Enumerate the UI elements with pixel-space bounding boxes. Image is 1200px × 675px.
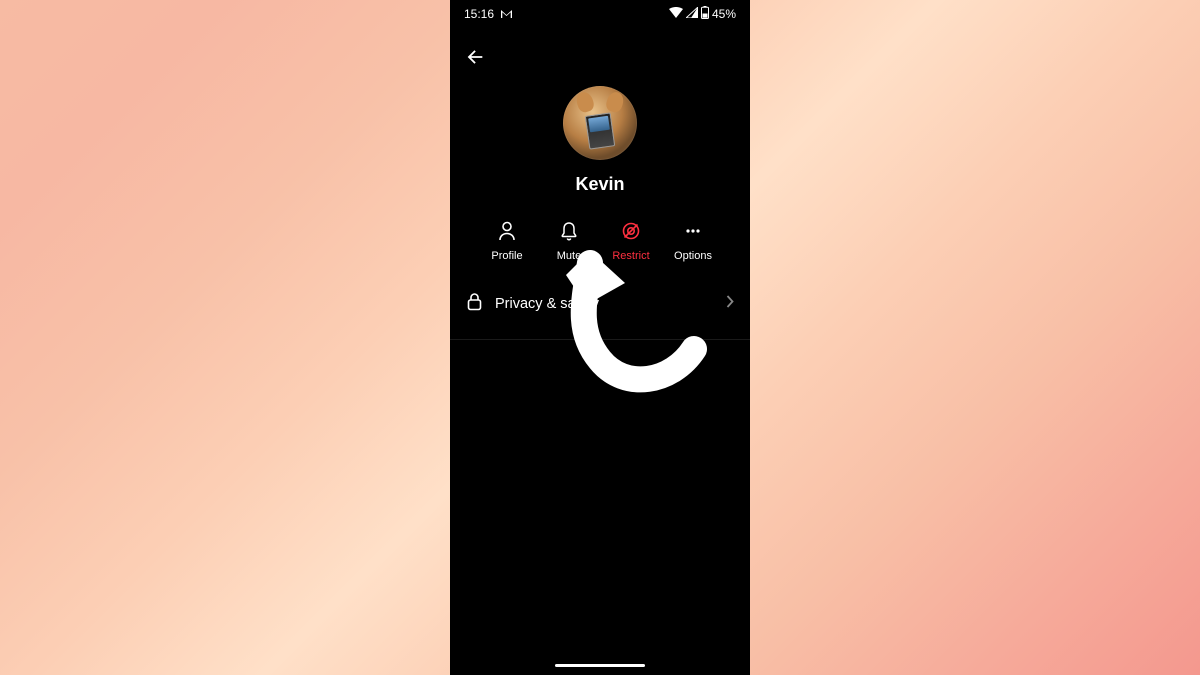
bell-icon	[560, 221, 578, 241]
profile-action-label: Profile	[491, 250, 522, 262]
wifi-icon	[669, 7, 683, 21]
lock-icon	[466, 292, 483, 315]
status-bar: 15:16 45%	[450, 0, 750, 24]
battery-icon	[701, 6, 709, 22]
profile-action-button[interactable]: Profile	[480, 221, 534, 262]
back-button[interactable]	[464, 46, 486, 73]
privacy-safety-label: Privacy & safety	[495, 296, 599, 312]
battery-text: 45%	[712, 7, 736, 21]
avatar[interactable]	[563, 86, 637, 160]
section-divider	[450, 339, 750, 340]
chevron-right-icon	[726, 295, 734, 312]
mute-action-label: Mute	[557, 250, 581, 262]
action-row: Profile Mute Restrict Options	[480, 221, 720, 262]
person-icon	[498, 221, 516, 241]
more-icon	[683, 221, 703, 241]
status-time: 15:16	[464, 7, 494, 21]
profile-header: Kevin	[450, 86, 750, 195]
tutorial-arrow-overlay	[530, 245, 710, 415]
options-action-label: Options	[674, 250, 712, 262]
gmail-m-icon	[500, 9, 513, 19]
mute-action-button[interactable]: Mute	[542, 221, 596, 262]
phone-screen: 15:16 45%	[450, 0, 750, 675]
background-gradient: 15:16 45%	[0, 0, 1200, 675]
signal-icon	[686, 7, 698, 21]
restrict-action-button[interactable]: Restrict	[604, 221, 658, 262]
restrict-icon	[621, 221, 641, 241]
restrict-action-label: Restrict	[612, 250, 649, 262]
home-indicator[interactable]	[555, 664, 645, 667]
privacy-safety-row[interactable]: Privacy & safety	[450, 292, 750, 315]
username-label: Kevin	[575, 174, 624, 195]
options-action-button[interactable]: Options	[666, 221, 720, 262]
